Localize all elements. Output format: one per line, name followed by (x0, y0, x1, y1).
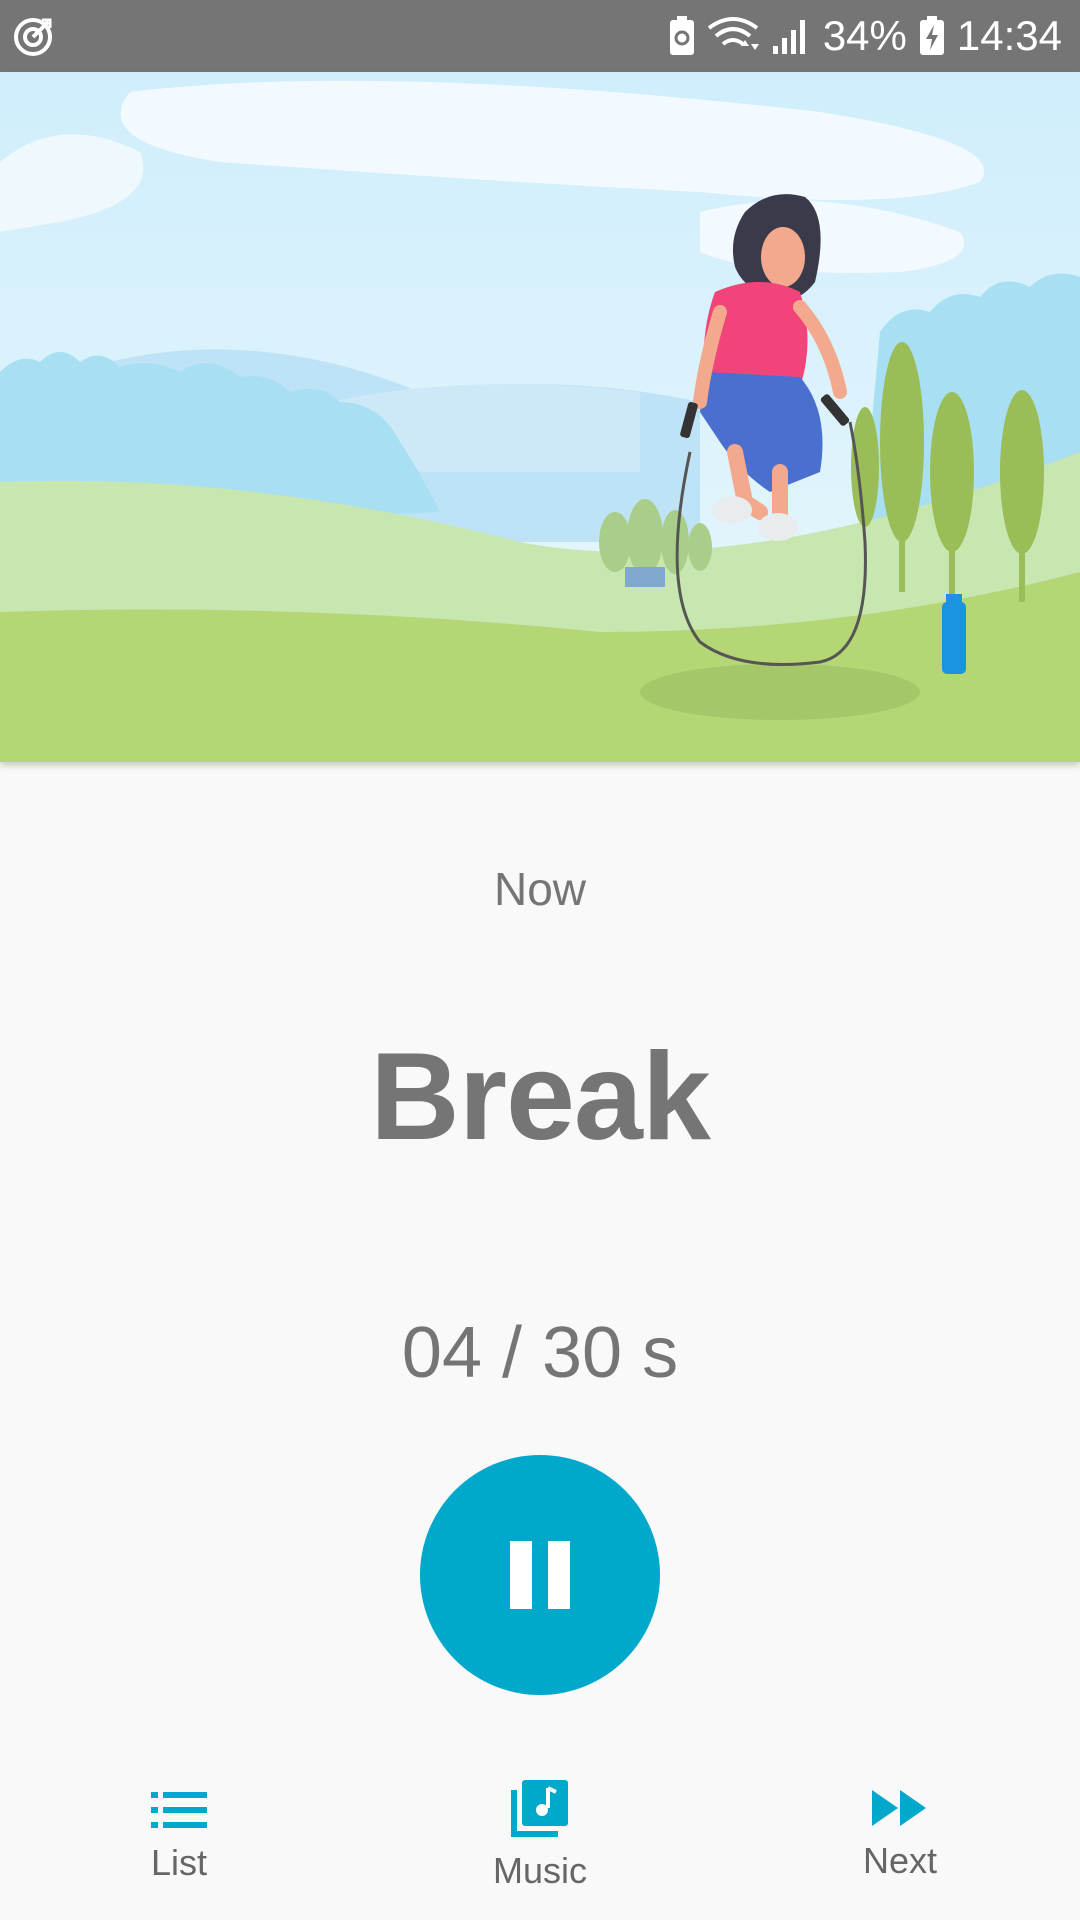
music-button[interactable]: Music (440, 1770, 640, 1920)
music-label: Music (492, 1850, 587, 1891)
bottom-nav: List Music Next (0, 1770, 1080, 1920)
pause-icon (510, 1541, 570, 1609)
target-icon (14, 18, 52, 56)
fast-forward-icon (872, 1790, 926, 1826)
next-button[interactable]: Next (800, 1770, 1000, 1920)
battery-saver-icon (669, 16, 694, 55)
pause-button[interactable] (420, 1455, 660, 1695)
timer-readout: 04 / 30 s (401, 1313, 679, 1393)
signal-icon (772, 20, 805, 54)
next-label: Next (862, 1840, 938, 1881)
exercise-name: Break (370, 1028, 711, 1166)
list-label: List (150, 1842, 208, 1883)
list-button[interactable]: List (79, 1770, 279, 1920)
wifi-icon (707, 17, 759, 50)
exercise-illustration (0, 72, 1080, 762)
battery-percent: 34% (822, 12, 907, 59)
charging-battery-icon (919, 16, 944, 55)
now-label: Now (493, 863, 587, 915)
music-library-icon (511, 1780, 568, 1837)
list-icon (151, 1792, 207, 1828)
status-bar: 34% 14:34 (0, 0, 1080, 72)
clock: 14:34 (956, 12, 1062, 59)
